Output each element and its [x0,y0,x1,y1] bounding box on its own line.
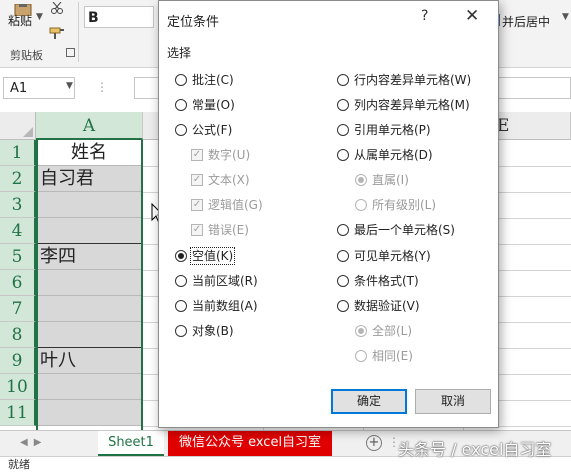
option-objects[interactable]: 对象(B) [175,323,234,339]
cell-a6[interactable] [36,270,142,296]
radio-icon[interactable] [175,299,187,312]
cell-a10[interactable] [36,374,142,400]
merge-center-button[interactable]: 并后居中 [502,13,550,30]
watermark: 头条号 / excel自习室 [398,440,552,459]
bold-button[interactable]: B [88,10,99,26]
radio-icon[interactable] [337,98,349,111]
name-box-dropdown-icon[interactable]: ▼ [66,81,73,91]
option-column-differences[interactable]: 列内容差异单元格(M) [337,97,470,113]
row-header-3[interactable]: 3 [0,192,36,218]
selection-group-title: 选择 [167,46,192,60]
dialog-title: 定位条件 [167,15,220,30]
row-header-6[interactable]: 6 [0,270,36,296]
radio-icon[interactable] [337,73,349,86]
option-current-array[interactable]: 当前数组(A) [175,298,258,314]
row-header-9[interactable]: 9 [0,348,36,374]
checkbox-icon[interactable]: ✓ [191,148,203,161]
column-header-a[interactable]: A [36,112,143,140]
name-box[interactable]: A1 ▼ [3,77,75,99]
go-to-special-dialog: 定位条件 ? ✕ 选择 批注(C) 常量(O) 公式(F) ✓ 数字(U) ✓ 文本… [158,0,499,428]
option-conditional-formats[interactable]: 条件格式(T) [337,273,419,289]
radio-icon[interactable] [337,123,349,136]
close-icon[interactable]: ✕ [465,6,479,26]
checkbox-icon[interactable]: ✓ [191,223,203,236]
sheet-tab-sheet1[interactable]: Sheet1 [98,431,164,456]
merge-dropdown-icon[interactable]: ▼ [562,12,569,22]
cancel-button[interactable]: 取消 [415,389,491,414]
option-comments[interactable]: 批注(C) [175,72,234,88]
row-header-8[interactable]: 8 [0,322,36,348]
option-data-validation[interactable]: 数据验证(V) [337,298,420,314]
option-numbers[interactable]: ✓ 数字(U) [191,147,250,163]
cell-a4[interactable] [36,218,142,244]
name-box-value: A1 [10,81,28,96]
radio-selected-icon[interactable] [355,173,367,186]
option-row-differences[interactable]: 行内容差异单元格(W) [337,72,471,88]
option-constants[interactable]: 常量(O) [175,97,235,113]
option-dependents[interactable]: 从属单元格(D) [337,147,433,163]
option-direct-only[interactable]: 直属(I) [355,172,409,188]
option-all-levels[interactable]: 所有级别(L) [355,197,436,213]
option-text[interactable]: ✓ 文本(X) [191,172,250,188]
row-header-11[interactable]: 11 [0,400,36,426]
radio-icon[interactable] [355,198,367,211]
option-precedents[interactable]: 引用单元格(P) [337,122,431,138]
radio-icon[interactable] [337,148,349,161]
radio-selected-icon[interactable] [175,249,187,262]
option-validation-same[interactable]: 相同(E) [355,348,413,364]
row-header-7[interactable]: 7 [0,296,36,322]
radio-icon[interactable] [337,299,349,312]
radio-icon[interactable] [175,324,187,337]
sheet-nav-arrows-icon[interactable]: ◀▶ [20,437,47,448]
ok-button[interactable]: 确定 [331,389,407,414]
option-validation-all[interactable]: 全部(L) [355,323,412,339]
formula-bar-grip-icon: ⋮ [96,80,108,94]
radio-selected-icon[interactable] [355,324,367,337]
option-errors[interactable]: ✓ 错误(E) [191,222,249,238]
option-visible-cells[interactable]: 可见单元格(Y) [337,248,431,264]
radio-icon[interactable] [337,223,349,236]
clipboard-group-label: 剪贴板 [10,49,43,62]
cell-a5[interactable]: 李四 [36,244,142,270]
radio-icon[interactable] [337,274,349,287]
checkbox-icon[interactable]: ✓ [191,198,203,211]
cell-a7[interactable] [36,296,142,322]
radio-icon[interactable] [175,274,187,287]
option-logicals[interactable]: ✓ 逻辑值(G) [191,197,263,213]
row-header-4[interactable]: 4 [0,218,36,244]
checkbox-icon[interactable]: ✓ [191,173,203,186]
option-current-region[interactable]: 当前区域(R) [175,273,258,289]
status-text: 就绪 [8,458,30,471]
row-header-1[interactable]: 1 [0,140,36,166]
select-all-corner[interactable] [0,112,36,140]
clipboard-launcher-icon[interactable] [66,48,75,57]
row-header-2[interactable]: 2 [0,166,36,192]
ribbon-divider [78,2,79,62]
cell-a2[interactable]: 自习君 [36,166,142,192]
row-header-10[interactable]: 10 [0,374,36,400]
paste-dropdown-icon[interactable]: ▼ [36,12,43,22]
cell-a8[interactable] [36,322,142,348]
option-formulas[interactable]: 公式(F) [175,122,232,138]
format-painter-icon[interactable] [48,26,66,40]
cell-a3[interactable] [36,192,142,218]
paste-button[interactable]: 粘贴 [8,12,32,29]
add-sheet-icon[interactable]: + [366,435,382,451]
option-blanks[interactable]: 空值(K) [175,247,236,265]
help-icon[interactable]: ? [421,8,428,24]
cell-a9[interactable]: 叶八 [36,348,142,374]
cell-a1-header[interactable]: 姓名 [36,140,142,166]
radio-icon[interactable] [337,249,349,262]
row-header-5[interactable]: 5 [0,244,36,270]
cell-a11[interactable] [36,400,142,426]
radio-icon[interactable] [175,73,187,86]
radio-icon[interactable] [355,349,367,362]
option-last-cell[interactable]: 最后一个单元格(S) [337,222,455,238]
cut-icon[interactable] [50,2,64,14]
radio-icon[interactable] [175,123,187,136]
sheet-tab-wechat[interactable]: 微信公众号 excel自习室 [168,431,332,456]
radio-icon[interactable] [175,98,187,111]
